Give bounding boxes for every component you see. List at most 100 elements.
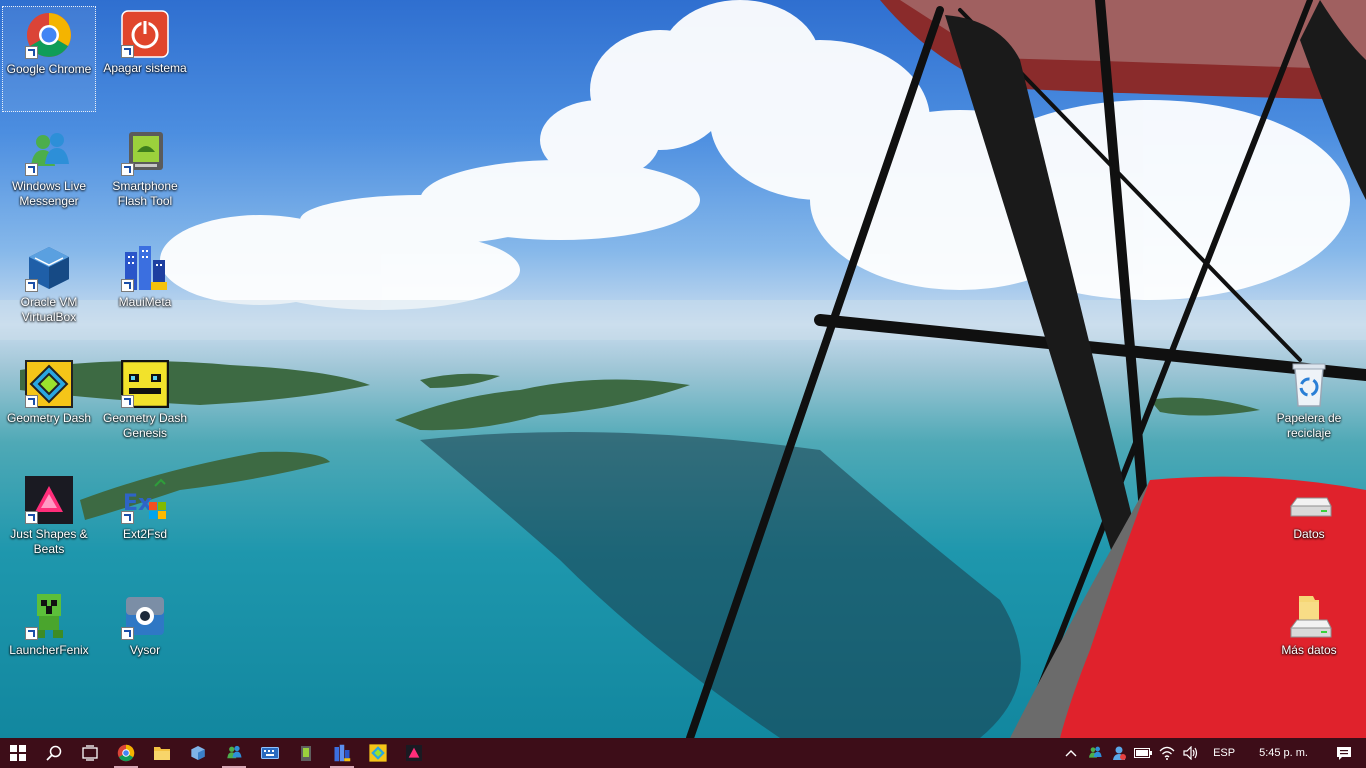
desktop-icon-label: Geometry Dash <box>6 411 92 425</box>
search-icon <box>46 745 62 761</box>
buildings-icon <box>334 744 351 762</box>
clock[interactable]: 5:45 p. m. <box>1245 747 1322 759</box>
wallpaper-scene <box>0 0 1366 738</box>
drive-folder-icon <box>1285 592 1333 640</box>
desktop-icon-label: Oracle VM VirtualBox <box>20 295 78 324</box>
shortcut-arrow-icon <box>25 163 38 176</box>
android-icon <box>121 128 169 176</box>
desktop-icon-google-chrome[interactable]: Google Chrome <box>2 6 96 112</box>
messenger-icon <box>227 745 242 759</box>
desktop-icon-just-shapes-beats[interactable]: Just Shapes & Beats <box>2 472 96 578</box>
taskbar: ESP 5:45 p. m. <box>0 738 1366 768</box>
messenger-status-icon <box>1089 746 1102 758</box>
taskbar-keyboard-button[interactable] <box>252 738 288 768</box>
task-view-icon <box>82 745 98 761</box>
desktop-icon-label: Vysor <box>129 643 161 657</box>
tray-network-button[interactable] <box>1155 738 1179 768</box>
notification-icon <box>1337 746 1351 760</box>
taskbar-file-explorer-button[interactable] <box>144 738 180 768</box>
file-explorer-icon <box>154 747 170 760</box>
desktop-icon-label: Just Shapes & Beats <box>10 527 88 556</box>
messenger-icon <box>25 128 73 176</box>
desktop-icon-vysor[interactable]: Vysor <box>98 588 192 694</box>
desktop-icon-label: Windows Live Messenger <box>11 179 87 208</box>
creeper-icon <box>25 592 73 640</box>
recycle-bin-icon <box>1285 360 1333 408</box>
shortcut-arrow-icon <box>25 627 38 640</box>
tray-user-button[interactable] <box>1107 738 1131 768</box>
tray-volume-button[interactable] <box>1179 738 1203 768</box>
desktop-icon-label: MauiMeta <box>118 295 172 309</box>
desktop-icon-apagar-sistema[interactable]: Apagar sistema <box>98 6 192 112</box>
power-icon <box>121 10 169 58</box>
desktop-icon-windows-live-messenger[interactable]: Windows Live Messenger <box>2 124 96 230</box>
speaker-icon <box>1183 746 1198 760</box>
start-button[interactable] <box>0 738 36 768</box>
task-view-button[interactable] <box>72 738 108 768</box>
desktop-icon-mauimeta[interactable]: MauiMeta <box>98 240 192 346</box>
tray-battery-button[interactable] <box>1131 738 1155 768</box>
taskbar-geometry-dash-button[interactable] <box>360 738 396 768</box>
shortcut-arrow-icon <box>25 46 38 59</box>
virtualbox-icon <box>191 746 205 760</box>
just-shapes-icon <box>406 745 422 761</box>
virtualbox-icon <box>25 244 73 292</box>
buildings-icon <box>121 244 169 292</box>
keyboard-icon <box>261 747 279 759</box>
geometry-dash-genesis-icon <box>120 359 170 409</box>
desktop-icon-label: Geometry Dash Genesis <box>102 411 188 440</box>
battery-icon <box>1134 748 1153 758</box>
chrome-icon <box>117 744 135 762</box>
desktop-icon-label: Apagar sistema <box>103 61 187 75</box>
chevron-up-icon <box>1065 750 1077 757</box>
desktop-icon-label: Smartphone Flash Tool <box>112 179 178 208</box>
desktop-icon-datos[interactable]: Datos <box>1262 472 1356 578</box>
desktop-icon-geometry-dash[interactable]: Geometry Dash <box>2 356 96 462</box>
input-language-indicator[interactable]: ESP <box>1203 747 1245 759</box>
taskbar-just-shapes-button[interactable] <box>396 738 432 768</box>
geometry-dash-icon <box>25 360 73 408</box>
shortcut-arrow-icon <box>121 511 134 524</box>
shortcut-arrow-icon <box>25 279 38 292</box>
shortcut-arrow-icon <box>121 163 134 176</box>
desktop-icon-ext2fsd[interactable]: Ex Ext2Fsd <box>98 472 192 578</box>
user-status-icon <box>1113 746 1127 760</box>
desktop-icon-label: Datos <box>1293 527 1325 541</box>
ext2fsd-icon: Ex <box>121 476 169 524</box>
show-hidden-icons-button[interactable] <box>1059 738 1083 768</box>
geometry-dash-icon <box>369 744 387 762</box>
tray-messenger-button[interactable] <box>1083 738 1107 768</box>
desktop-icon-label: Más datos <box>1281 643 1337 657</box>
desktop-icon-launcherfenix[interactable]: LauncherFenix <box>2 588 96 694</box>
desktop-wallpaper <box>0 0 1366 738</box>
search-button[interactable] <box>36 738 72 768</box>
action-center-button[interactable] <box>1322 738 1366 768</box>
battery-app-icon <box>301 746 311 761</box>
taskbar-messenger-button[interactable] <box>216 738 252 768</box>
just-shapes-icon <box>25 476 73 524</box>
taskbar-battery-app-button[interactable] <box>288 738 324 768</box>
taskbar-chrome-button[interactable] <box>108 738 144 768</box>
shortcut-arrow-icon <box>121 279 134 292</box>
taskbar-mauimeta-button[interactable] <box>324 738 360 768</box>
shortcut-arrow-icon <box>25 395 38 408</box>
windows-start-icon <box>10 745 26 761</box>
desktop-icon-oracle-vm-virtualbox[interactable]: Oracle VM VirtualBox <box>2 240 96 346</box>
desktop-icon-mas-datos[interactable]: Más datos <box>1262 588 1356 694</box>
shortcut-arrow-icon <box>25 511 38 524</box>
desktop-icon-label: LauncherFenix <box>9 643 89 657</box>
drive-icon <box>1285 476 1333 524</box>
desktop-icon-geometry-dash-genesis[interactable]: Geometry Dash Genesis <box>98 356 192 462</box>
system-tray: ESP 5:45 p. m. <box>1059 738 1366 768</box>
desktop-icon-label: Google Chrome <box>6 62 92 76</box>
vysor-icon <box>121 592 169 640</box>
desktop-icon-recycle-bin[interactable]: Papelera de reciclaje <box>1262 356 1356 462</box>
desktop-icon-label: Papelera de reciclaje <box>1276 411 1342 440</box>
shortcut-arrow-icon <box>121 395 134 408</box>
taskbar-virtualbox-button[interactable] <box>180 738 216 768</box>
wifi-icon <box>1159 746 1175 760</box>
desktop-icon-smartphone-flash-tool[interactable]: Smartphone Flash Tool <box>98 124 192 230</box>
chrome-icon <box>25 11 73 59</box>
shortcut-arrow-icon <box>121 627 134 640</box>
shortcut-arrow-icon <box>121 45 134 58</box>
